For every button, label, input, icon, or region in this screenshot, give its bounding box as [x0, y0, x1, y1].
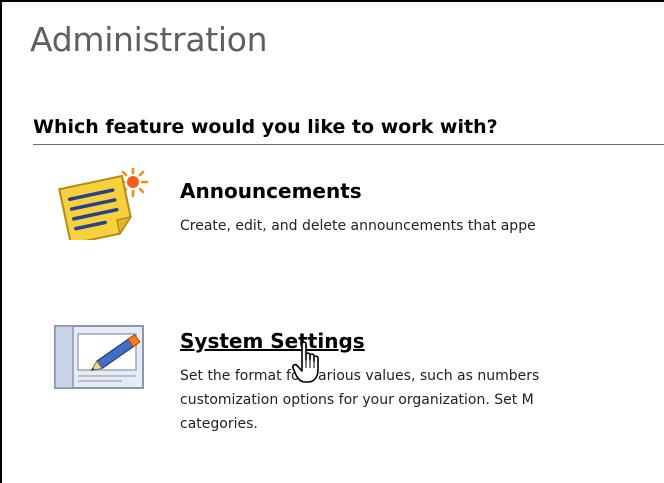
- system-settings-description: Set the format for various values, such …: [180, 364, 664, 436]
- announcements-description: Create, edit, and delete announcements t…: [180, 218, 536, 234]
- announcements-link[interactable]: Announcements: [180, 179, 362, 203]
- hand-pointer-icon: [292, 341, 319, 383]
- description-line: customization options for your organizat…: [180, 392, 534, 408]
- divider: [33, 144, 664, 145]
- section-question: Which feature would you like to work wit…: [33, 116, 498, 138]
- description-line: categories.: [180, 416, 258, 432]
- description-line: Set the format for various values, such …: [180, 368, 540, 384]
- system-settings-icon[interactable]: [52, 320, 152, 390]
- sticky-note-icon[interactable]: [58, 168, 154, 240]
- page-title: Administration: [30, 20, 268, 59]
- system-settings-link[interactable]: System Settings: [180, 329, 365, 353]
